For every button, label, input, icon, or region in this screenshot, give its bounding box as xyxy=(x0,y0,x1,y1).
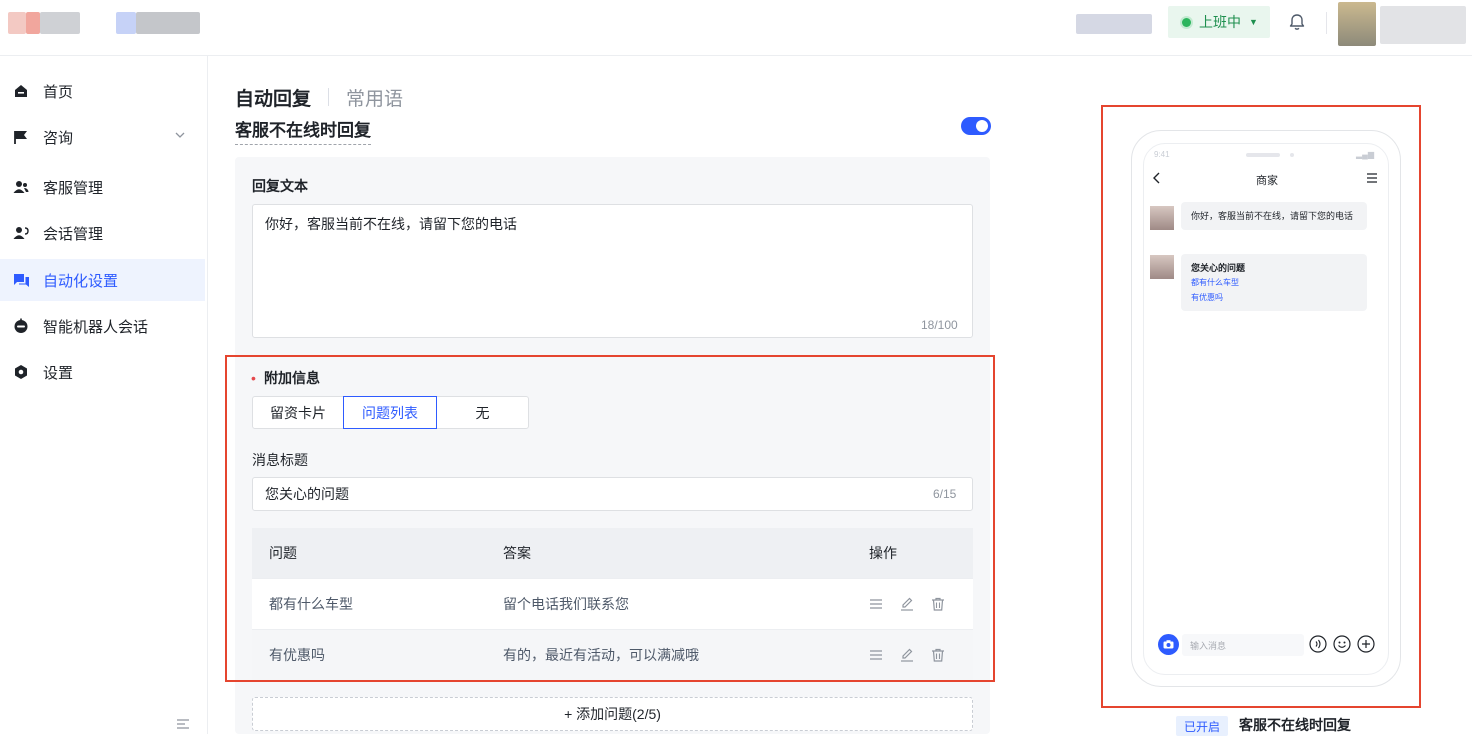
sidebar-item-label: 咨询 xyxy=(43,129,74,147)
chat-bubble-question-list: 您关心的问题 都有什么车型 有优惠吗 xyxy=(1181,254,1367,311)
sidebar-item-label: 会话管理 xyxy=(43,225,104,243)
camera-icon xyxy=(1158,634,1179,655)
chevron-down-icon xyxy=(175,132,185,138)
shop-name-blurred xyxy=(1076,14,1152,34)
add-question-button[interactable]: + 添加问题(2/5) xyxy=(252,697,973,731)
merchant-avatar xyxy=(1150,206,1174,230)
preview-status-badge: 已开启 xyxy=(1176,716,1229,736)
reply-text-counter: 18/100 xyxy=(921,318,958,332)
tab-divider xyxy=(328,88,329,106)
work-status-dropdown[interactable]: 上班中 ▼ xyxy=(1168,6,1270,38)
sidebar: 首页 咨询 客服管理 会话管理 自动化设置 智能机器人会话 设置 xyxy=(0,56,208,734)
user-name-blurred xyxy=(1380,6,1466,44)
reply-text-value: 你好，客服当前不在线，请留下您的电话 xyxy=(265,216,517,232)
sidebar-item-label: 客服管理 xyxy=(43,179,104,197)
caret-down-icon: ▼ xyxy=(1249,17,1258,27)
gear-icon xyxy=(12,363,30,381)
home-icon xyxy=(12,82,30,100)
bell-icon[interactable] xyxy=(1287,12,1307,32)
phone-camera xyxy=(1290,153,1294,157)
reply-text-label: 回复文本 xyxy=(252,178,308,194)
collapse-sidebar-icon[interactable] xyxy=(176,718,190,730)
user-chat-icon xyxy=(12,224,30,242)
question-link: 都有什么车型 xyxy=(1191,278,1239,287)
section-title: 客服不在线时回复 xyxy=(235,116,371,145)
product-name-blurred xyxy=(116,12,136,34)
phone-input-bar: 输入消息 xyxy=(1144,628,1388,662)
menu-icon xyxy=(1367,173,1377,183)
tab-common-phrases[interactable]: 常用语 xyxy=(346,84,403,111)
phone-notch xyxy=(1246,153,1280,157)
logo-blurred xyxy=(26,12,40,34)
product-name-blurred xyxy=(136,12,200,34)
offline-reply-toggle[interactable] xyxy=(961,117,991,135)
top-bar: 上班中 ▼ xyxy=(0,0,1472,56)
signal-icon: ▂▄▆ xyxy=(1356,150,1374,159)
user-group-icon xyxy=(12,178,30,196)
phone-input-placeholder: 输入消息 xyxy=(1190,641,1227,651)
logo-blurred xyxy=(8,12,26,34)
question-list-title: 您关心的问题 xyxy=(1191,263,1246,273)
reply-text-input[interactable]: 你好，客服当前不在线，请留下您的电话 xyxy=(252,204,973,338)
tab-auto-reply[interactable]: 自动回复 xyxy=(235,84,311,111)
sidebar-item-label: 设置 xyxy=(43,364,74,382)
divider xyxy=(1326,12,1327,34)
logo-blurred xyxy=(40,12,80,34)
sidebar-item-label: 智能机器人会话 xyxy=(43,318,149,336)
plus-icon xyxy=(1357,635,1375,653)
question-link: 有优惠吗 xyxy=(1191,293,1223,302)
phone-header-title: 商家 xyxy=(1256,175,1278,187)
phone-status-time: 9:41 xyxy=(1154,150,1170,159)
message-icon xyxy=(12,271,30,289)
sidebar-item-label: 首页 xyxy=(43,83,74,101)
user-avatar-blurred[interactable] xyxy=(1338,2,1376,46)
online-status-dot xyxy=(1182,17,1191,27)
highlight-box-extra-info xyxy=(225,355,995,682)
sidebar-item-robot-session[interactable]: 智能机器人会话 xyxy=(0,305,205,347)
option-question-list[interactable]: 问题列表 xyxy=(343,396,437,429)
phone-preview-screen: 9:41 ▂▄▆ 商家 你好，客服当前不在线，请留下您的电话 您关心的问题 都有… xyxy=(1143,143,1389,675)
toggle-knob xyxy=(976,120,988,132)
chat-bubble-auto-reply: 你好，客服当前不在线，请留下您的电话 xyxy=(1181,202,1367,230)
preview-title: 客服不在线时回复 xyxy=(1239,717,1351,733)
phone-message-input: 输入消息 xyxy=(1182,634,1304,656)
chat-bubble-text: 你好，客服当前不在线，请留下您的电话 xyxy=(1191,211,1354,221)
emoji-icon xyxy=(1333,635,1351,653)
flag-icon xyxy=(12,128,30,146)
robot-icon xyxy=(12,317,30,335)
voice-icon xyxy=(1309,635,1327,653)
sidebar-item-automation-settings[interactable]: 自动化设置 xyxy=(0,259,205,301)
sidebar-item-label: 自动化设置 xyxy=(43,272,119,290)
sidebar-item-session-management[interactable]: 会话管理 xyxy=(0,212,205,254)
sidebar-item-home[interactable]: 首页 xyxy=(0,70,205,112)
work-status-label: 上班中 xyxy=(1199,14,1241,30)
sidebar-item-settings[interactable]: 设置 xyxy=(0,351,205,393)
merchant-avatar xyxy=(1150,255,1174,279)
sidebar-item-agent-management[interactable]: 客服管理 xyxy=(0,166,205,208)
sidebar-item-consult[interactable]: 咨询 xyxy=(0,116,205,158)
